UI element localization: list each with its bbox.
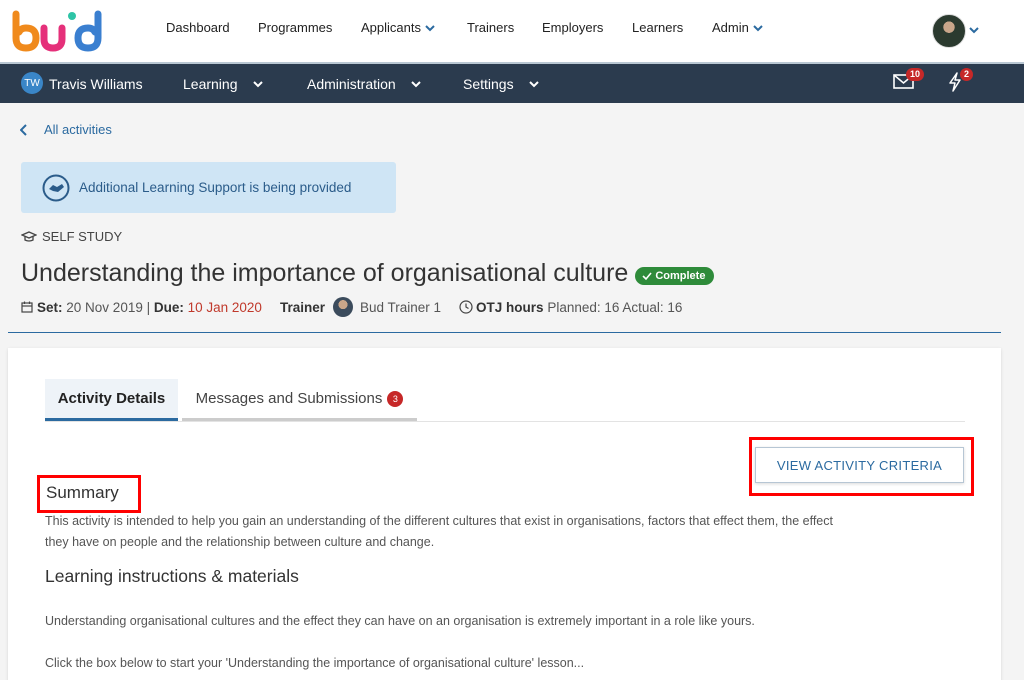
highlight-box <box>37 475 141 513</box>
clock-icon <box>459 300 473 314</box>
menu-settings[interactable]: Settings <box>463 64 540 103</box>
summary-text-line-2: they have on people and the relationship… <box>45 535 435 549</box>
back-link[interactable]: All activities <box>20 122 112 137</box>
menu-learning[interactable]: Learning <box>183 64 264 103</box>
chevron-down-icon <box>425 24 435 31</box>
instructions-heading: Learning instructions & materials <box>45 566 299 586</box>
activity-type: SELF STUDY <box>21 229 122 244</box>
chevron-down-icon <box>410 80 421 87</box>
graduation-cap-icon <box>21 230 37 242</box>
chevron-down-icon <box>252 80 263 87</box>
chevron-down-icon <box>753 24 763 31</box>
otj-hours: Planned: 16 Actual: 16 <box>547 299 683 315</box>
highlight-box <box>749 437 974 496</box>
messages-count-badge: 3 <box>387 390 404 407</box>
chevron-down-icon[interactable] <box>968 24 980 36</box>
summary-text-line-1: This activity is intended to help you ga… <box>45 514 833 528</box>
user-initials-badge: TW <box>21 72 43 94</box>
check-icon <box>642 271 652 280</box>
handshake-icon <box>42 174 70 201</box>
nav-trainers[interactable]: Trainers <box>467 20 514 35</box>
page-title: Understanding the importance of organisa… <box>21 259 715 288</box>
due-date: 10 Jan 2020 <box>187 299 262 315</box>
bud-logo[interactable] <box>12 8 104 52</box>
chevron-down-icon <box>528 80 539 87</box>
instructions-paragraph-2: Click the box below to start your 'Under… <box>45 656 585 670</box>
nav-dashboard[interactable]: Dashboard <box>166 20 230 35</box>
set-date: 20 Nov 2019 <box>66 299 143 315</box>
instructions-paragraph-1: Understanding organisational cultures an… <box>45 614 755 628</box>
nav-admin[interactable]: Admin <box>712 20 763 35</box>
header-divider <box>8 332 1001 333</box>
tab-activity-details[interactable]: Activity Details <box>45 379 178 421</box>
tab-messages-submissions[interactable]: Messages and Submissions 3 <box>182 379 417 421</box>
calendar-icon <box>21 301 33 313</box>
nav-programmes[interactable]: Programmes <box>258 20 332 35</box>
nav-learners[interactable]: Learners <box>632 20 683 35</box>
support-alert: Additional Learning Support is being pro… <box>21 162 396 213</box>
top-navbar: Dashboard Programmes Applicants Trainers… <box>0 0 1024 62</box>
support-message: Additional Learning Support is being pro… <box>79 180 352 195</box>
chevron-left-icon <box>20 123 27 136</box>
trainer-name: Bud Trainer 1 <box>359 299 442 315</box>
activity-meta: Set: 20 Nov 2019 | Due: 10 Jan 2020 Trai… <box>21 297 682 317</box>
nav-applicants[interactable]: Applicants <box>361 20 435 35</box>
trainer-avatar <box>332 297 353 317</box>
mail-count-badge: 10 <box>906 68 925 81</box>
alerts-count-badge: 2 <box>960 68 974 81</box>
secondary-navbar: Travis Williams Learning Administration … <box>0 64 1024 103</box>
user-avatar[interactable] <box>932 14 966 48</box>
menu-administration[interactable]: Administration <box>307 64 422 103</box>
status-badge: Complete <box>635 266 715 285</box>
activity-tabs: Activity Details Messages and Submission… <box>45 379 965 422</box>
nav-employers[interactable]: Employers <box>542 20 603 35</box>
learner-name[interactable]: Travis Williams <box>49 64 143 103</box>
